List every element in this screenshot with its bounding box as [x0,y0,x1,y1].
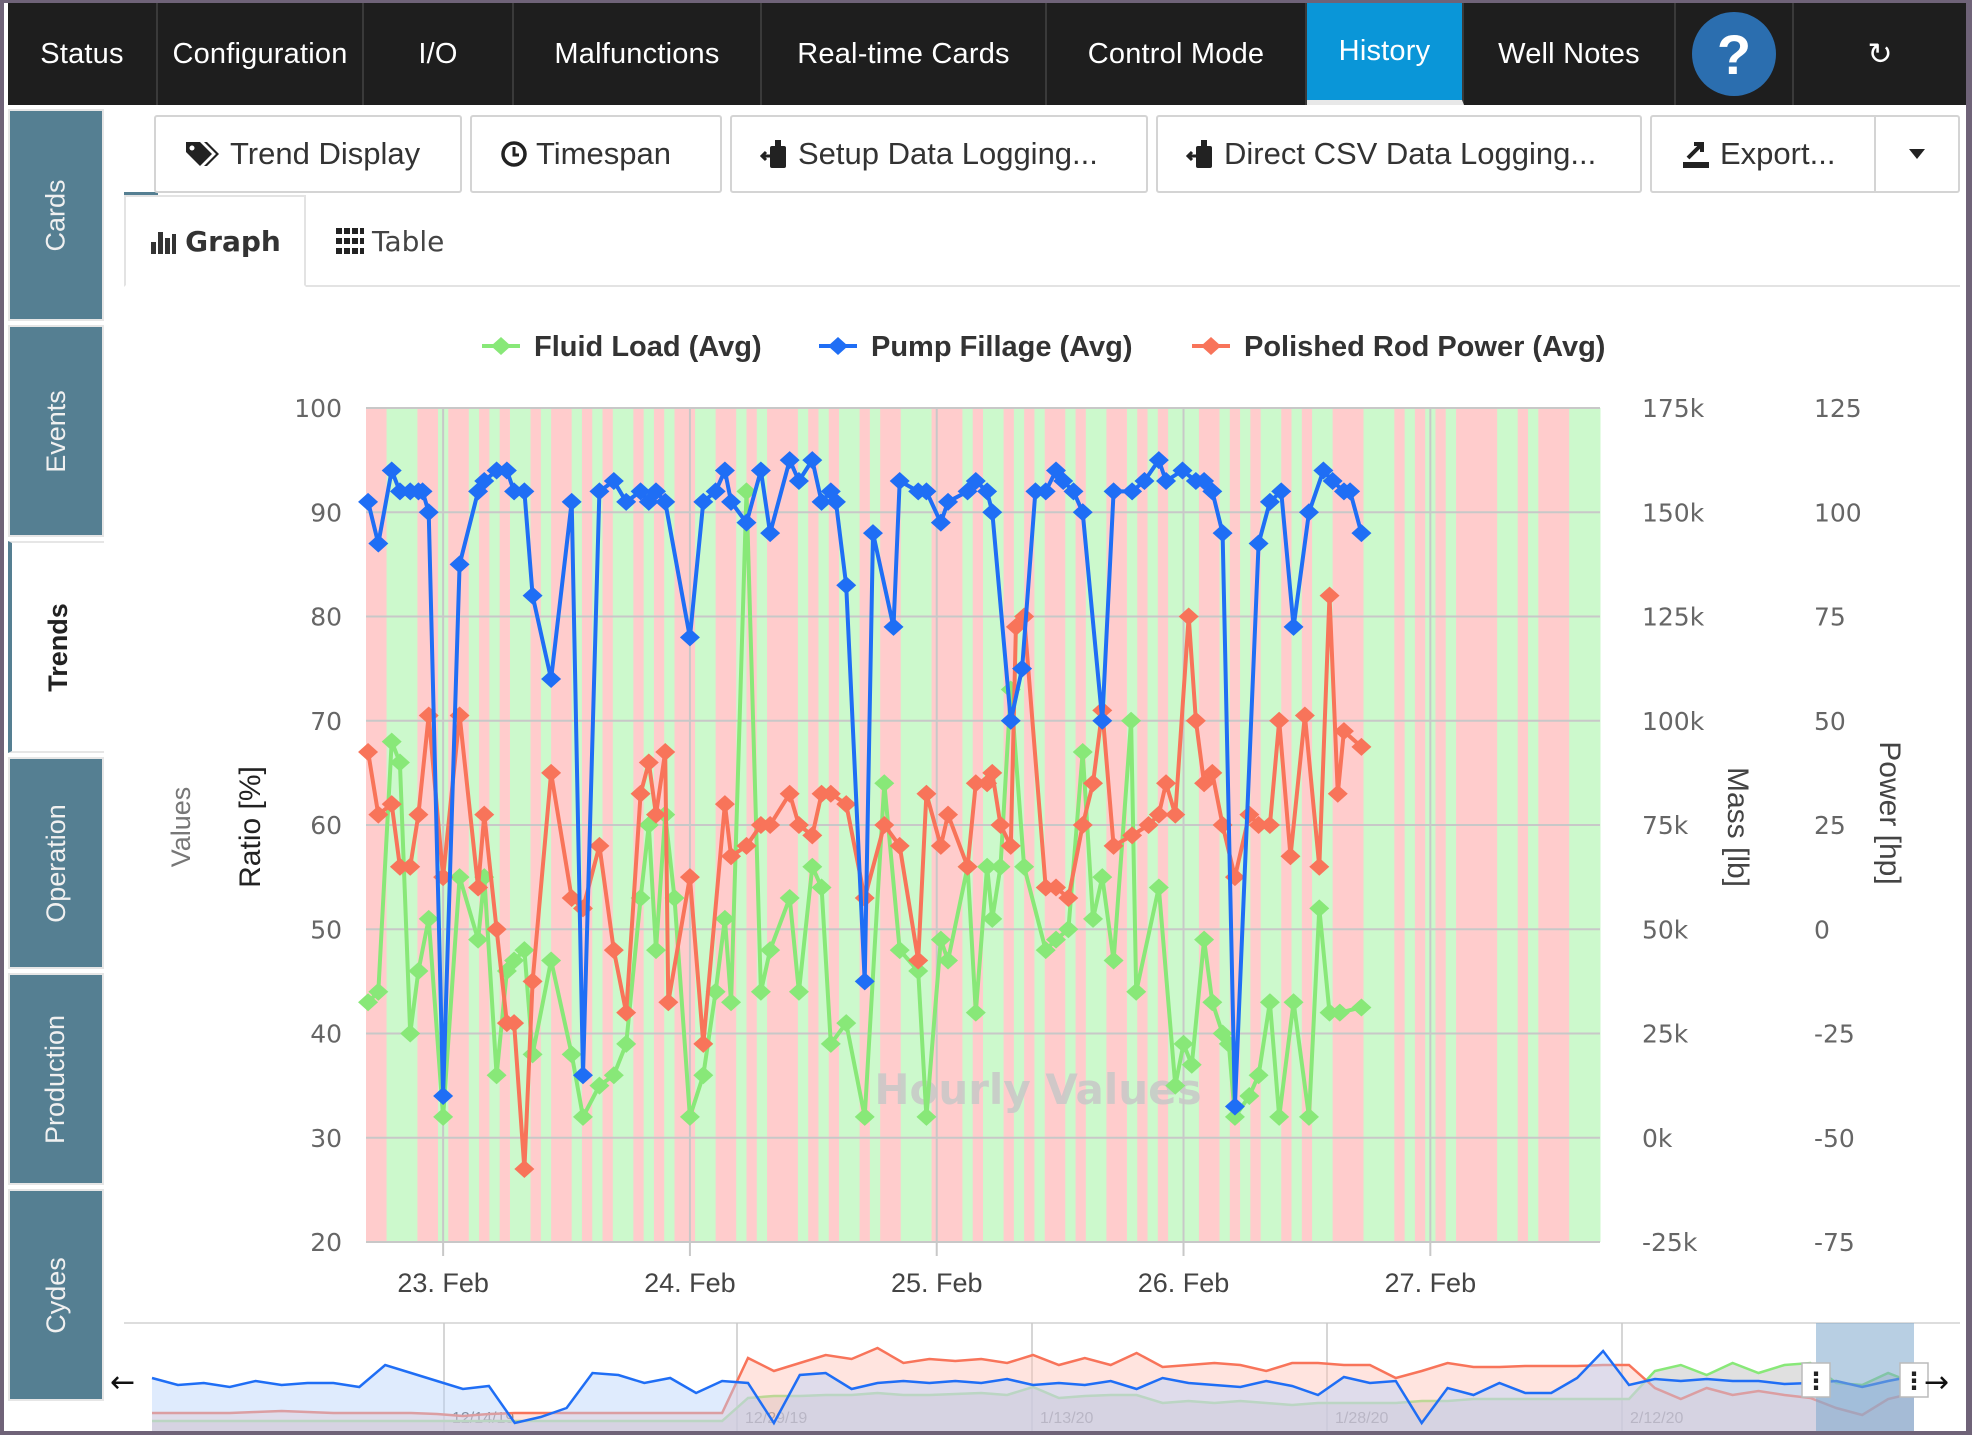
y-tick-label: 0k [1642,1124,1673,1153]
y-tick-label: 125k [1642,603,1705,632]
y-tick-label: 175k [1642,394,1705,423]
y-tick-label: -25 [1814,1020,1855,1049]
x-tick-label: 24. Feb [644,1268,736,1298]
x-tick-label: 23. Feb [397,1268,489,1298]
y-tick-label: 25k [1642,1020,1689,1049]
x-tick-label: 25. Feb [891,1268,983,1298]
navigator: 12/14/19 12/29/19 1/13/20 1/28/20 2/12/20⋮ ⋮ [124,1322,1960,1431]
y-tick-label: -50 [1814,1124,1855,1153]
legend-label: Pump Fillage (Avg) [871,331,1133,363]
navigator-right-arrow[interactable]: → [1924,1365,1949,1400]
y-tick-label: -75 [1814,1228,1855,1257]
legend-item[interactable]: Fluid Load (Avg) [482,331,762,363]
y-tick-label: 25 [1814,811,1846,840]
legend-marker-icon [491,337,511,355]
trend-chart: Hourly Values 1009080706050403020175k150… [124,331,1960,1431]
legend-marker-icon [1201,337,1221,355]
handle-grip-icon: ⋮ [1902,1367,1926,1395]
y-tick-label: 50 [1814,707,1846,736]
y-tick-label: 0 [1814,915,1830,944]
x-axis-ticks: 23. Feb 24. Feb 25. Feb 26. Feb 27. Feb [397,1268,1476,1298]
y-tick-label: 50 [310,915,342,944]
y-tick-label: 70 [310,707,342,736]
y-tick-label: -25k [1642,1228,1698,1257]
legend-item[interactable]: Pump Fillage (Avg) [819,331,1133,363]
x-tick-label: 27. Feb [1385,1268,1477,1298]
x-tick-label: 26. Feb [1138,1268,1230,1298]
y-tick-label: 100k [1642,707,1705,736]
navigator-left-arrow[interactable]: ← [110,1365,135,1400]
y-tick-label: 50k [1642,915,1689,944]
y-tick-label: 90 [310,498,342,527]
y-tick-label: 75 [1814,603,1846,632]
y-tick-label: 75k [1642,811,1689,840]
axis-title-mass: Mass [lb] [1721,767,1754,887]
legend-label: Polished Rod Power (Avg) [1244,331,1605,363]
y-tick-label: 100 [1814,498,1862,527]
y-tick-label: 150k [1642,498,1705,527]
axis-title-values: Values [166,787,196,868]
y-tick-label: 80 [310,603,342,632]
app-window: Status Configuration I/O Malfunctions Re… [4,3,1966,1431]
chart-legend: Fluid Load (Avg) Pump Fillage (Avg) Polish… [482,331,1605,363]
y-tick-label: 30 [310,1124,342,1153]
y-tick-label: 60 [310,811,342,840]
y-tick-label: 20 [310,1228,342,1257]
y-tick-label: 100 [294,394,342,423]
legend-marker-icon [828,337,848,355]
axis-title-power: Power [hp] [1873,741,1906,884]
legend-label: Fluid Load (Avg) [534,331,762,363]
handle-grip-icon: ⋮ [1804,1367,1828,1395]
y-tick-label: 40 [310,1020,342,1049]
legend-item[interactable]: Polished Rod Power (Avg) [1192,331,1605,363]
y-tick-label: 125 [1814,394,1862,423]
navigator-handle-left[interactable]: ⋮ [1801,1362,1831,1398]
axis-title-ratio: Ratio [%] [234,766,267,888]
